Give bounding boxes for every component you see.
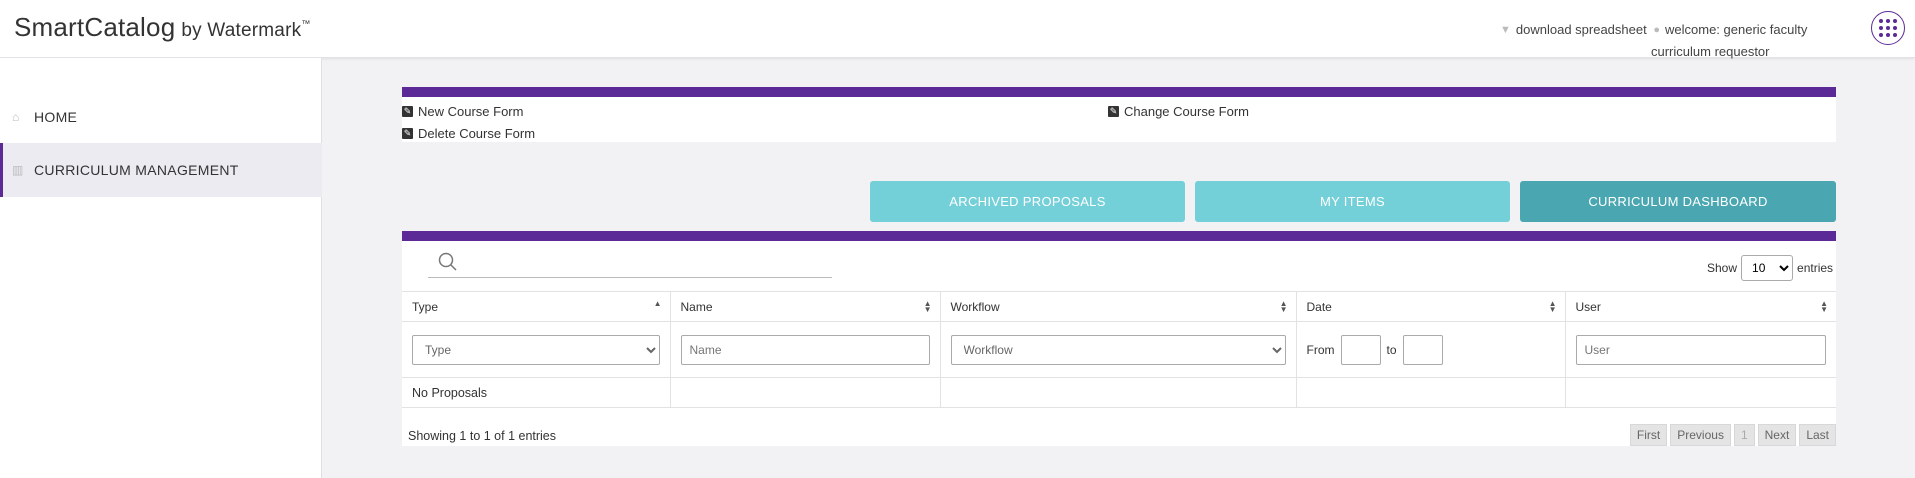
next-page-button[interactable]: Next bbox=[1757, 424, 1797, 446]
sidebar-item-label: CURRICULUM MANAGEMENT bbox=[34, 162, 239, 178]
forms-panel: ✎ New Course Form ✎ Delete Course Form ✎… bbox=[402, 87, 1836, 142]
my-items-button[interactable]: MY ITEMS bbox=[1195, 181, 1510, 222]
delete-course-form-label: Delete Course Form bbox=[418, 126, 536, 141]
date-to-label: to bbox=[1386, 342, 1397, 357]
edit-icon: ✎ bbox=[402, 128, 413, 139]
apps-grid-button[interactable] bbox=[1871, 11, 1905, 45]
edit-icon: ✎ bbox=[1108, 106, 1119, 117]
date-from-input[interactable] bbox=[1340, 334, 1381, 365]
table-info: Showing 1 to 1 of 1 entries bbox=[408, 429, 557, 443]
download-label: download spreadsheet bbox=[1515, 22, 1647, 37]
delete-course-form-link[interactable]: ✎ Delete Course Form bbox=[402, 126, 535, 141]
home-icon: ⌂ bbox=[12, 110, 20, 124]
proposals-table-panel: Show 10 entries Type ▲ Name ▲ ▼ Workflow ▲ ▼ … bbox=[402, 231, 1836, 446]
entries-label: entries bbox=[1797, 261, 1834, 275]
column-header-workflow[interactable]: Workflow ▲ ▼ bbox=[940, 291, 1297, 322]
sort-icon: ▲ ▼ bbox=[1548, 299, 1557, 314]
date-to-input[interactable] bbox=[1402, 334, 1443, 365]
change-course-form-link[interactable]: ✎ Change Course Form bbox=[1108, 104, 1249, 119]
trademark: ™ bbox=[301, 18, 311, 29]
user-role: curriculum requestor bbox=[1651, 44, 1770, 59]
archived-proposals-button[interactable]: ARCHIVED PROPOSALS bbox=[870, 181, 1185, 222]
name-filter-input[interactable] bbox=[680, 334, 930, 365]
pagination: First Previous 1 Next Last bbox=[1629, 424, 1836, 446]
sort-asc-icon: ▲ bbox=[653, 299, 662, 308]
date-from-label: From bbox=[1306, 342, 1335, 357]
user-welcome[interactable]: ● welcome: generic faculty bbox=[1653, 19, 1807, 41]
brand-name: SmartCatalog bbox=[14, 12, 176, 42]
sidebar-item-home[interactable]: ⌂ HOME bbox=[0, 90, 322, 144]
brand-subtitle: by Watermark bbox=[181, 20, 302, 41]
sidebar-item-label: HOME bbox=[34, 109, 78, 125]
previous-page-button[interactable]: Previous bbox=[1670, 424, 1731, 446]
sidebar-item-curriculum-management[interactable]: ▥ CURRICULUM MANAGEMENT bbox=[0, 143, 322, 197]
search-icon bbox=[438, 252, 457, 271]
proposals-table: Type ▲ Name ▲ ▼ Workflow ▲ ▼ Date ▲ ▼ User ▲ ▼ Ty… bbox=[402, 291, 1836, 408]
user-icon: ● bbox=[1653, 24, 1660, 36]
type-filter-select[interactable]: Type bbox=[412, 334, 660, 365]
edit-icon: ✎ bbox=[402, 106, 413, 117]
sidebar: ⌂ HOME ▥ CURRICULUM MANAGEMENT bbox=[0, 58, 322, 478]
show-label: Show bbox=[1707, 261, 1738, 275]
sort-icon: ▲ ▼ bbox=[923, 299, 932, 314]
column-header-type[interactable]: Type ▲ bbox=[402, 291, 671, 322]
sort-icon: ▲ ▼ bbox=[1820, 299, 1828, 314]
app-logo[interactable]: SmartCatalog by Watermark™ bbox=[14, 12, 311, 43]
new-course-form-link[interactable]: ✎ New Course Form bbox=[402, 104, 523, 119]
new-course-form-label: New Course Form bbox=[418, 104, 524, 119]
filter-row: Type Workflow From to bbox=[402, 321, 1836, 378]
workflow-filter-select[interactable]: Workflow bbox=[950, 334, 1286, 365]
download-spreadsheet-link[interactable]: ▼ download spreadsheet bbox=[1500, 19, 1647, 41]
download-icon: ▼ bbox=[1500, 24, 1511, 36]
table-row: No Proposals bbox=[402, 377, 1836, 408]
first-page-button[interactable]: First bbox=[1629, 424, 1668, 446]
page-size-control: Show 10 entries bbox=[1707, 255, 1833, 281]
welcome-label: welcome: generic faculty bbox=[1665, 22, 1808, 37]
empty-message: No Proposals bbox=[402, 377, 671, 408]
column-header-user[interactable]: User ▲ ▼ bbox=[1565, 291, 1836, 322]
curriculum-dashboard-button[interactable]: CURRICULUM DASHBOARD bbox=[1520, 181, 1836, 222]
table-header-row: Type ▲ Name ▲ ▼ Workflow ▲ ▼ Date ▲ ▼ User ▲ ▼ bbox=[402, 291, 1836, 322]
search-input[interactable] bbox=[468, 252, 828, 274]
column-header-date[interactable]: Date ▲ ▼ bbox=[1296, 291, 1566, 322]
change-course-form-label: Change Course Form bbox=[1124, 104, 1249, 119]
search-box bbox=[428, 250, 832, 278]
header-links: ▼ download spreadsheet ● welcome: generi… bbox=[1500, 18, 1807, 63]
apps-grid-icon bbox=[1879, 19, 1883, 23]
column-header-name[interactable]: Name ▲ ▼ bbox=[670, 291, 941, 322]
page-size-select[interactable]: 10 bbox=[1741, 255, 1794, 281]
sort-icon: ▲ ▼ bbox=[1279, 299, 1288, 314]
last-page-button[interactable]: Last bbox=[1799, 424, 1836, 446]
book-icon: ▥ bbox=[12, 163, 24, 177]
user-filter-input[interactable] bbox=[1575, 334, 1826, 365]
page-1-button[interactable]: 1 bbox=[1733, 424, 1755, 446]
top-header: SmartCatalog by Watermark™ ▼ download spr… bbox=[0, 0, 1915, 59]
date-range-filter: From to bbox=[1306, 334, 1555, 365]
